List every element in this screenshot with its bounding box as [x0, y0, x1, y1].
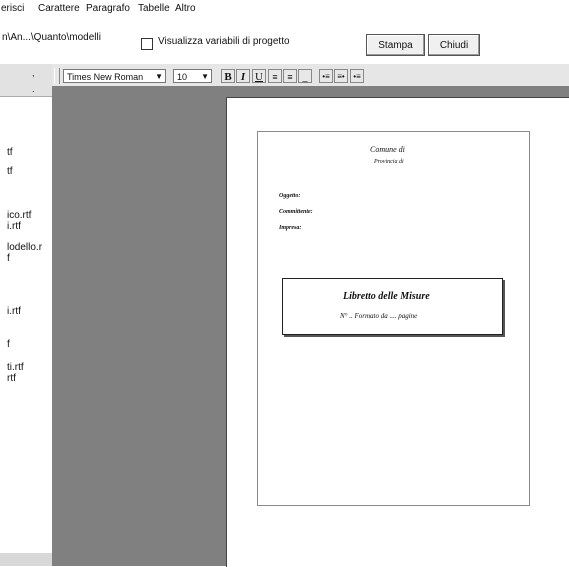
file-list-header: , .	[0, 64, 52, 97]
file-list-item[interactable]: rtf	[7, 373, 16, 384]
file-list-item[interactable]: ti.rtf	[7, 362, 24, 373]
chevron-down-icon: ▼	[201, 72, 209, 81]
menu-inserisci[interactable]: erisci	[1, 3, 24, 14]
chiudi-button[interactable]: Chiudi	[428, 34, 480, 56]
menu-paragrafo[interactable]: Paragrafo	[86, 3, 130, 14]
align-center-icon[interactable]: ≡	[283, 69, 297, 83]
bold-button[interactable]: B	[221, 69, 235, 83]
stampa-button[interactable]: Stampa	[366, 34, 425, 56]
font-family-value: Times New Roman	[67, 72, 144, 82]
font-size-value: 10	[177, 72, 188, 82]
align-left-icon[interactable]: ≡	[268, 69, 282, 83]
provincia-text: Provincia di	[374, 159, 404, 165]
indent-icon[interactable]: ≡•	[334, 69, 348, 83]
chevron-down-icon: ▼	[155, 72, 163, 81]
bullet-list-icon[interactable]: •≡	[319, 69, 333, 83]
file-list-item[interactable]: tf	[7, 147, 13, 158]
underline-button[interactable]: U	[252, 69, 266, 83]
file-list-item[interactable]: tf	[7, 166, 13, 177]
font-size-select[interactable]: 10 ▼	[173, 69, 212, 83]
visualizza-variabili-label: Visualizza variabili di progetto	[158, 36, 290, 47]
file-list-item[interactable]: lodello.r	[7, 242, 42, 253]
menu-bar: erisci Carattere Paragrafo Tabelle Altro	[0, 0, 569, 16]
file-list-item[interactable]: f	[7, 253, 10, 264]
column-tick-icon: ,	[32, 68, 35, 78]
menu-altro[interactable]: Altro	[175, 3, 196, 14]
comune-text: Comune di	[370, 145, 405, 154]
libretto-title: Libretto delle Misure	[343, 291, 430, 302]
oggetto-label: Oggetto:	[279, 193, 301, 199]
menu-carattere[interactable]: Carattere	[38, 3, 80, 14]
impresa-label: Impresa:	[279, 225, 302, 231]
align-right-icon[interactable]: _	[298, 69, 312, 83]
file-list-item[interactable]: i.rtf	[7, 221, 21, 232]
italic-button[interactable]: I	[236, 69, 250, 83]
menu-tabelle[interactable]: Tabelle	[138, 3, 170, 14]
file-list-item[interactable]: ico.rtf	[7, 210, 31, 221]
file-list-item[interactable]: f	[7, 339, 10, 350]
column-tick-icon: .	[32, 84, 35, 94]
title-box	[282, 278, 503, 335]
font-family-select[interactable]: Times New Roman ▼	[63, 69, 166, 83]
template-path: n\An...\Quanto\modelli	[2, 32, 101, 43]
file-list-item[interactable]: i.rtf	[7, 306, 21, 317]
committente-label: Committente:	[279, 209, 313, 215]
visualizza-variabili-checkbox[interactable]	[141, 38, 153, 50]
formato-text: N° .. Formato da .... pagine	[340, 312, 418, 320]
file-list-scrollbar[interactable]	[0, 553, 52, 566]
outdent-icon[interactable]: •≡	[350, 69, 364, 83]
toolbar-grip[interactable]	[54, 68, 60, 84]
